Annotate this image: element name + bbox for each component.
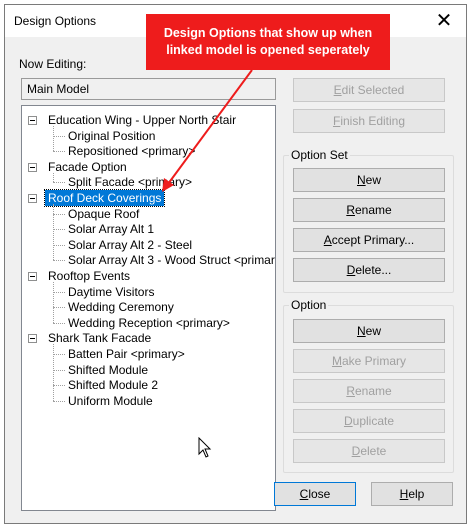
edit-selected-button[interactable]: Edit Selected (293, 78, 445, 102)
tree-option-item[interactable]: Solar Array Alt 2 - Steel (68, 237, 192, 253)
tree-connector (53, 282, 54, 323)
tree-connector (53, 244, 65, 246)
close-button[interactable]: Close (274, 482, 356, 506)
accept-primary-button[interactable]: Accept Primary... (293, 228, 445, 252)
collapse-toggle-icon[interactable] (28, 272, 37, 281)
tree-connector (53, 307, 65, 309)
tree-connector (53, 291, 65, 293)
mouse-cursor-icon (198, 437, 212, 458)
tree-connector (53, 260, 65, 262)
design-options-dialog: Design Options ✕ Now Editing: Main Model… (4, 4, 467, 524)
now-editing-field: Main Model (21, 78, 276, 100)
close-icon[interactable]: ✕ (432, 9, 456, 33)
tree-option-item[interactable]: Daytime Visitors (68, 284, 154, 300)
annotation-callout: Design Options that show up when linked … (146, 14, 390, 70)
tree-connector (53, 229, 65, 231)
window-title: Design Options (14, 14, 97, 28)
now-editing-label: Now Editing: (19, 57, 87, 71)
tree-option-item[interactable]: Solar Array Alt 1 (68, 221, 154, 237)
tree-connector (53, 126, 54, 152)
tree-connector (53, 182, 65, 184)
tree-connector (53, 322, 65, 324)
tree-option-set[interactable]: Shark Tank Facade (48, 330, 151, 346)
tree-connector (53, 135, 65, 137)
tree-option-set[interactable]: Education Wing - Upper North Stair (48, 112, 236, 128)
tree-connector (53, 369, 65, 371)
tree-option-item[interactable]: Wedding Ceremony (68, 299, 174, 315)
tree-option-set[interactable]: Rooftop Events (48, 268, 130, 284)
tree-option-set[interactable]: Facade Option (48, 159, 127, 175)
option-set-new-button[interactable]: New (293, 168, 445, 192)
tree-option-item[interactable]: Repositioned <primary> (68, 143, 195, 159)
tree-connector (53, 354, 65, 355)
help-button[interactable]: Help (371, 482, 453, 506)
tree-option-item[interactable]: Split Facade <primary> (68, 174, 192, 190)
tree-option-item[interactable]: Original Position (68, 128, 155, 144)
option-rename-button[interactable]: Rename (293, 379, 445, 403)
callout-line-2: linked model is opened seperately (166, 43, 370, 57)
tree-option-set[interactable]: Roof Deck Coverings (43, 189, 166, 207)
option-set-label: Option Set (289, 148, 350, 162)
tree-connector (53, 385, 65, 387)
option-new-button[interactable]: New (293, 319, 445, 343)
tree-connector (53, 400, 65, 402)
option-label: Option (289, 298, 329, 312)
finish-editing-button[interactable]: Finish Editing (293, 109, 445, 133)
tree-connector (53, 344, 54, 401)
collapse-toggle-icon[interactable] (28, 194, 37, 203)
tree-connector (53, 151, 65, 153)
tree-connector (53, 213, 65, 215)
collapse-toggle-icon[interactable] (28, 334, 37, 344)
option-set-delete-button[interactable]: Delete... (293, 258, 445, 282)
tree-option-item[interactable]: Batten Pair <primary> (68, 346, 185, 362)
tree-option-item[interactable]: Uniform Module (68, 393, 153, 409)
tree-option-item[interactable]: Shifted Module (68, 362, 148, 378)
design-options-tree[interactable]: Education Wing - Upper North Stair Origin… (21, 105, 276, 511)
option-duplicate-button[interactable]: Duplicate (293, 409, 445, 433)
tree-connector (53, 204, 54, 261)
callout-line-1: Design Options that show up when (163, 26, 373, 40)
collapse-toggle-icon[interactable] (28, 116, 37, 125)
collapse-toggle-icon[interactable] (28, 162, 37, 172)
tree-option-item[interactable]: Opaque Roof (68, 206, 139, 222)
tree-option-item[interactable]: Wedding Reception <primary> (68, 315, 230, 331)
tree-option-item[interactable]: Solar Array Alt 3 - Wood Struct <primary… (68, 252, 275, 268)
option-delete-button[interactable]: Delete (293, 439, 445, 463)
make-primary-button[interactable]: Make Primary (293, 349, 445, 373)
option-set-rename-button[interactable]: Rename (293, 198, 445, 222)
tree-connector (53, 172, 54, 183)
tree-option-item[interactable]: Shifted Module 2 (68, 377, 158, 393)
